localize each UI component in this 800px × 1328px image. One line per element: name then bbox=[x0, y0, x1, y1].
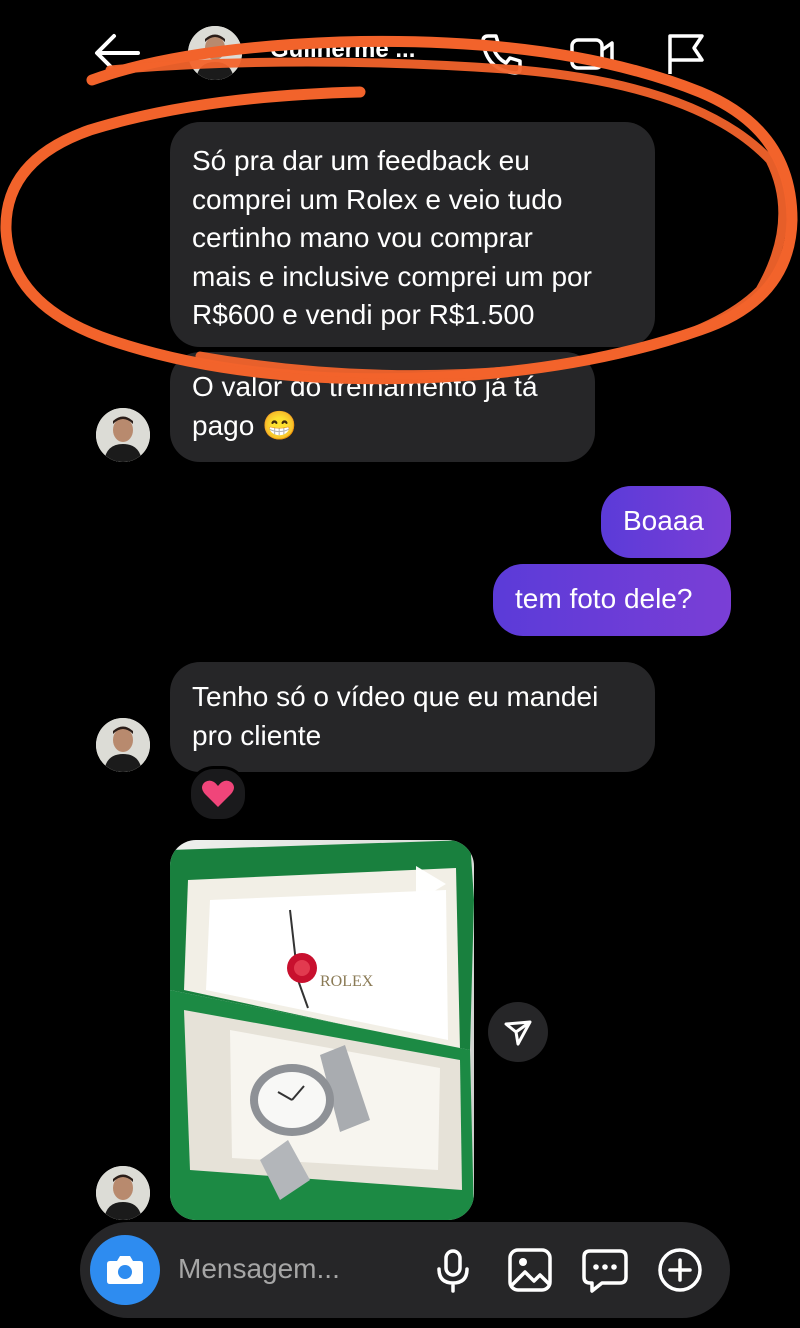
message-text-line: O valor do treinamento já tá bbox=[192, 371, 538, 402]
contact-avatar[interactable] bbox=[188, 26, 242, 80]
message-text-line: pago 😁 bbox=[192, 409, 297, 441]
message-bubble-incoming[interactable]: O valor do treinamento já tá pago 😁 bbox=[170, 352, 595, 462]
message-text-line: Só pra dar um feedback eu bbox=[192, 145, 530, 176]
plus-icon[interactable] bbox=[655, 1245, 705, 1295]
message-bubble-outgoing[interactable]: Boaaa bbox=[601, 486, 731, 558]
sender-avatar[interactable] bbox=[96, 1166, 150, 1220]
box-brand-label: ROLEX bbox=[320, 973, 374, 990]
sender-avatar[interactable] bbox=[96, 718, 150, 772]
share-icon bbox=[504, 1020, 532, 1046]
message-text-line: Tenho só o vídeo que eu mandei bbox=[192, 681, 599, 712]
microphone-icon[interactable] bbox=[428, 1245, 478, 1295]
message-bubble-incoming[interactable]: Só pra dar um feedback eu comprei um Rol… bbox=[170, 122, 655, 347]
sender-avatar[interactable] bbox=[96, 408, 150, 462]
back-arrow-icon[interactable] bbox=[92, 30, 142, 76]
message-text-line: R$600 e vendi por R$1.500 bbox=[192, 299, 535, 330]
share-button[interactable] bbox=[488, 1002, 548, 1062]
reaction-badge[interactable] bbox=[188, 766, 248, 822]
message-text-line: certinho mano vou comprar bbox=[192, 222, 533, 253]
message-bubble-outgoing[interactable]: tem foto dele? bbox=[493, 564, 731, 636]
message-text-line: Boaaa bbox=[623, 505, 704, 536]
message-text-line: mais e inclusive comprei um por bbox=[192, 260, 592, 292]
gallery-icon[interactable] bbox=[505, 1245, 555, 1295]
video-message[interactable]: ROLEX bbox=[170, 840, 474, 1220]
heart-icon bbox=[202, 780, 234, 807]
sticker-icon[interactable] bbox=[580, 1245, 630, 1295]
contact-name[interactable]: Guilherme ... bbox=[270, 36, 415, 64]
message-text-line: tem foto dele? bbox=[515, 583, 693, 614]
video-camera-icon[interactable] bbox=[568, 30, 616, 78]
phone-icon[interactable] bbox=[478, 30, 526, 78]
flag-icon[interactable] bbox=[662, 30, 710, 78]
camera-icon bbox=[107, 1256, 143, 1284]
message-input[interactable]: Mensagem... bbox=[178, 1253, 340, 1285]
camera-button[interactable] bbox=[90, 1235, 160, 1305]
message-bubble-incoming[interactable]: Tenho só o vídeo que eu mandei pro clien… bbox=[170, 662, 655, 772]
message-text-line: pro cliente bbox=[192, 719, 322, 751]
message-text-line: comprei um Rolex e veio tudo bbox=[192, 183, 563, 215]
